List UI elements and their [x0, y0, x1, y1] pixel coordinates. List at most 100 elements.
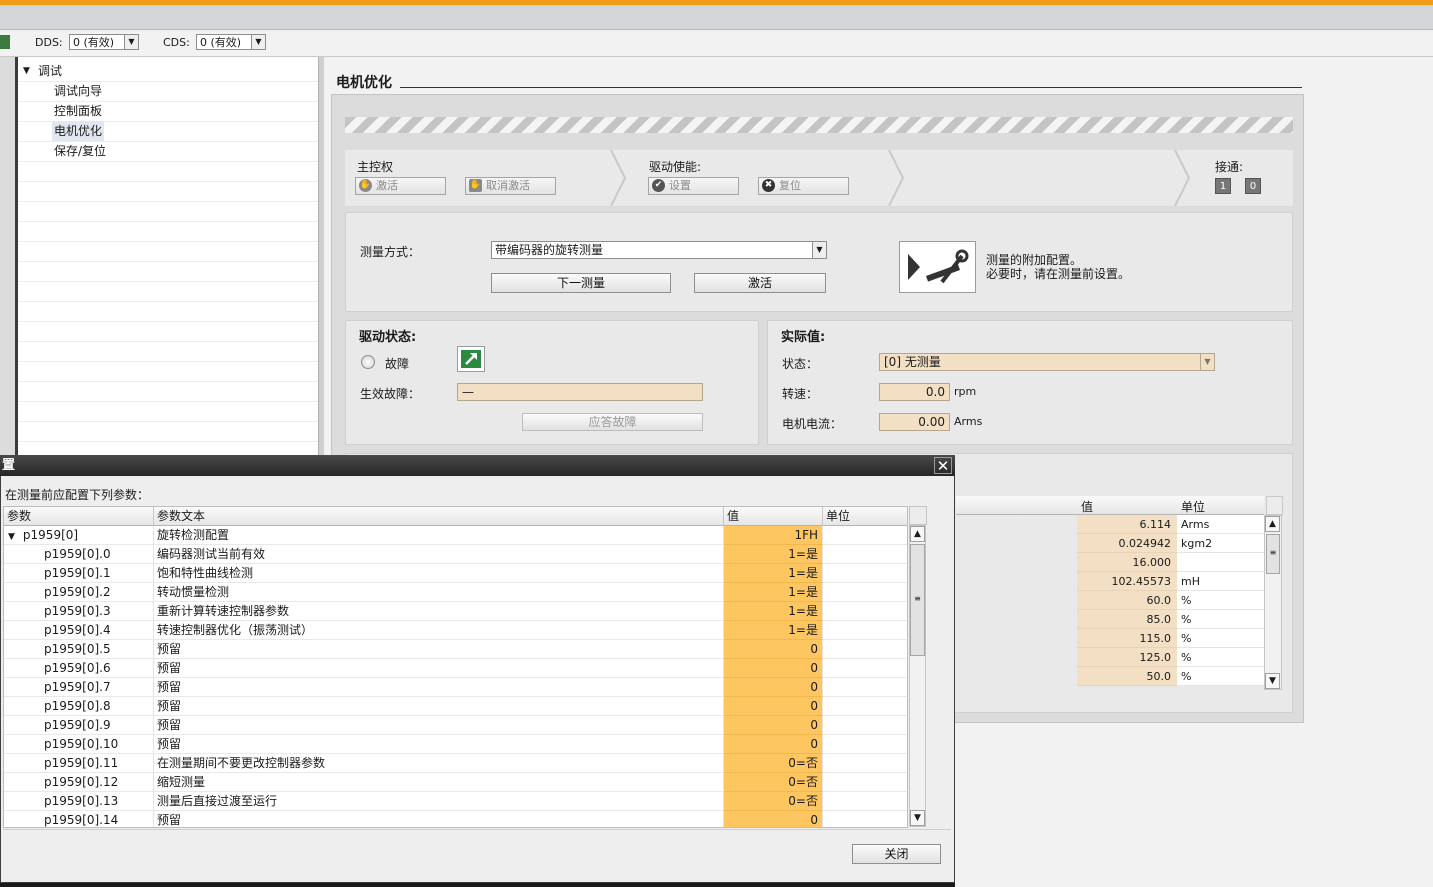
param-value-cell[interactable]: 1=是: [724, 602, 823, 621]
tree-item-wizard[interactable]: 调试向导: [18, 81, 318, 102]
parameter-row[interactable]: p1959[0].2 转动惯量检测 1=是: [4, 583, 907, 602]
fault-label: 故障: [385, 357, 410, 371]
tree-item-motor-optimization[interactable]: 电机优化: [18, 121, 318, 142]
param-cell: p1959[0].2: [4, 583, 154, 602]
param-value-cell[interactable]: 0: [724, 716, 823, 735]
chevron-down-icon[interactable]: ▼: [1200, 354, 1214, 370]
param-id: p1959[0].8: [44, 699, 111, 713]
go-online-icon[interactable]: [0, 35, 10, 49]
param-value-cell[interactable]: 0: [724, 640, 823, 659]
parameter-row[interactable]: p1959[0].9 预留 0: [4, 716, 907, 735]
deactivate-master-button[interactable]: ✋ 取消激活: [465, 177, 556, 195]
chevron-down-icon[interactable]: ▼: [124, 35, 138, 49]
param-text-cell: 预留: [154, 716, 724, 735]
tree-empty-row: [18, 181, 318, 202]
param-value-cell[interactable]: 1=是: [724, 583, 823, 602]
fault-goto-button[interactable]: [457, 346, 485, 372]
parameter-row[interactable]: p1959[0].1 饱和特性曲线检测 1=是: [4, 564, 907, 583]
speed-field: 0.0: [879, 383, 950, 401]
param-text-cell: 转动惯量检测: [154, 583, 724, 602]
caret-down-icon[interactable]: ▼: [23, 61, 30, 81]
parameter-row[interactable]: p1959[0].4 转速控制器优化（振荡测试） 1=是: [4, 621, 907, 640]
param-value-cell[interactable]: 0=否: [724, 773, 823, 792]
parameter-row[interactable]: p1959[0].11 在测量期间不要更改控制器参数 0=否: [4, 754, 907, 773]
param-text-cell: 预留: [154, 735, 724, 754]
status-select[interactable]: [0] 无测量 ▼: [879, 353, 1215, 371]
param-cell: ▼ p1959[0]: [4, 526, 154, 545]
reset-enable-button[interactable]: ✖ 复位: [758, 177, 849, 195]
col-param-header[interactable]: 参数: [4, 507, 154, 526]
param-value-cell[interactable]: 0=否: [724, 792, 823, 811]
param-id: p1959[0].13: [44, 794, 119, 808]
parameter-row[interactable]: p1959[0].6 预留 0: [4, 659, 907, 678]
switch-on-button[interactable]: 1: [1215, 178, 1231, 194]
scroll-down-icon[interactable]: ▼: [1265, 673, 1280, 689]
parameter-row[interactable]: p1959[0].12 缩短测量 0=否: [4, 773, 907, 792]
switch-off-button[interactable]: 0: [1245, 178, 1261, 194]
scroll-down-icon[interactable]: ▼: [910, 810, 925, 826]
close-icon[interactable]: ✕: [934, 457, 952, 475]
param-unit-cell: [823, 735, 907, 754]
parameter-row[interactable]: ▼ p1959[0] 旋转检测配置 1FH: [4, 526, 907, 545]
parameter-row[interactable]: p1959[0].8 预留 0: [4, 697, 907, 716]
chevron-separator: [1174, 150, 1191, 206]
scroll-up-icon[interactable]: ▲: [1265, 516, 1280, 532]
dialog-title: 置: [2, 458, 16, 473]
param-value-cell[interactable]: 0: [724, 678, 823, 697]
param-text-cell: 编码器测试当前有效: [154, 545, 724, 564]
fault-indicator-icon: [361, 355, 375, 369]
cds-select[interactable]: 0 (有效) ▼: [196, 34, 266, 50]
set-enable-button[interactable]: ✔ 设置: [648, 177, 739, 195]
parameter-row[interactable]: p1959[0].5 预留 0: [4, 640, 907, 659]
parameter-row[interactable]: p1959[0].0 编码器测试当前有效 1=是: [4, 545, 907, 564]
param-value-cell[interactable]: 1FH: [724, 526, 823, 545]
acknowledge-fault-button[interactable]: 应答故障: [522, 413, 703, 431]
measure-config-icon[interactable]: [899, 241, 976, 293]
caret-down-icon[interactable]: ▼: [8, 532, 15, 542]
scroll-thumb[interactable]: ≡: [910, 544, 925, 656]
activate-measurement-button[interactable]: 激活: [694, 273, 826, 293]
grid-scrollbar[interactable]: ▲ ≡ ▼: [909, 525, 926, 827]
grid-corner: [909, 506, 927, 525]
results-scrollbar[interactable]: ▲ ≡ ▼: [1264, 515, 1282, 690]
tree-item-save-reset[interactable]: 保存/复位: [18, 141, 318, 162]
param-cell: p1959[0].3: [4, 602, 154, 621]
param-id: p1959[0].4: [44, 623, 111, 637]
tree-item-control-panel[interactable]: 控制面板: [18, 101, 318, 122]
tree-item-root[interactable]: ▼ 调试: [18, 61, 318, 82]
param-value-cell[interactable]: 0=否: [724, 754, 823, 773]
param-cell: p1959[0].9: [4, 716, 154, 735]
ruler-wrench-icon: [908, 249, 969, 284]
param-value-cell[interactable]: 1=是: [724, 621, 823, 640]
toolbar: DDS: 0 (有效) ▼ CDS: 0 (有效) ▼: [0, 30, 1433, 57]
next-measurement-button[interactable]: 下一测量: [491, 273, 671, 293]
drive-state-panel: 驱动状态: 故障 生效故障： — 应答故障: [345, 320, 759, 445]
close-button[interactable]: 关闭: [852, 844, 941, 864]
param-value-cell[interactable]: 0: [724, 659, 823, 678]
col-text-header[interactable]: 参数文本: [154, 507, 724, 526]
col-value-header[interactable]: 值: [724, 507, 823, 526]
results-row: 115.0%: [956, 629, 1264, 648]
param-value-cell[interactable]: 1=是: [724, 545, 823, 564]
chevron-down-icon[interactable]: ▼: [812, 242, 826, 258]
param-value-cell[interactable]: 0: [724, 735, 823, 754]
parameter-row[interactable]: p1959[0].13 测量后直接过渡至运行 0=否: [4, 792, 907, 811]
table-corner: [1266, 496, 1283, 515]
chevron-down-icon[interactable]: ▼: [251, 35, 265, 49]
button-label: 取消激活: [486, 179, 530, 192]
parameter-row[interactable]: p1959[0].3 重新计算转速控制器参数 1=是: [4, 602, 907, 621]
param-value-cell[interactable]: 1=是: [724, 564, 823, 583]
scroll-thumb[interactable]: ≡: [1266, 534, 1280, 574]
activate-master-button[interactable]: ✋ 激活: [355, 177, 446, 195]
measure-type-select[interactable]: 带编码器的旋转测量 ▼: [491, 241, 827, 259]
col-unit-header[interactable]: 单位: [823, 507, 907, 526]
tree-item-label: 电机优化: [52, 121, 105, 141]
parameter-row[interactable]: p1959[0].10 预留 0: [4, 735, 907, 754]
parameter-row[interactable]: p1959[0].14 预留 0: [4, 811, 907, 827]
dds-select[interactable]: 0 (有效) ▼: [69, 34, 139, 50]
dds-label: DDS:: [35, 36, 63, 49]
param-value-cell[interactable]: 0: [724, 811, 823, 827]
param-value-cell[interactable]: 0: [724, 697, 823, 716]
scroll-up-icon[interactable]: ▲: [910, 526, 925, 542]
parameter-row[interactable]: p1959[0].7 预留 0: [4, 678, 907, 697]
